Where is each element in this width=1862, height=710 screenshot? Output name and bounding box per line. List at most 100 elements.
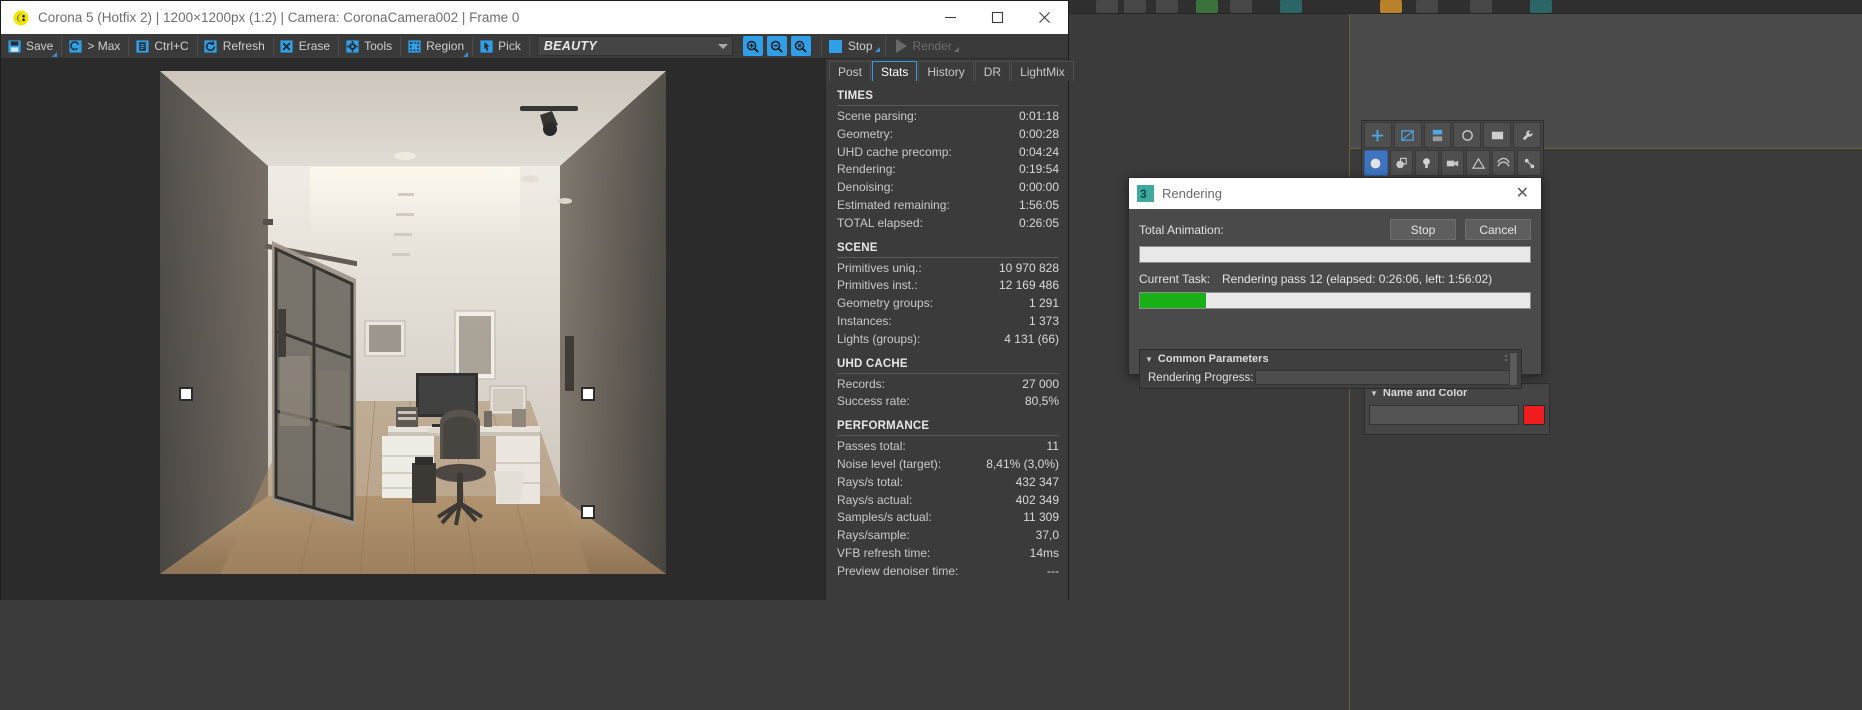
stats-row-label: Primitives uniq.: bbox=[837, 260, 922, 275]
toolbar-icon[interactable] bbox=[1124, 0, 1146, 13]
stats-row-label: TOTAL elapsed: bbox=[837, 215, 923, 230]
common-parameters-header[interactable]: ▼ Common Parameters bbox=[1140, 350, 1521, 368]
systems-icon[interactable] bbox=[1517, 150, 1542, 176]
rendering-progress-field[interactable] bbox=[1255, 370, 1517, 385]
stats-row-value: 4 131 (66) bbox=[1004, 331, 1059, 346]
stats-row-value: 11 309 bbox=[1023, 510, 1059, 525]
rollout-scrollbar[interactable] bbox=[1509, 352, 1518, 386]
hierarchy-tab-icon[interactable] bbox=[1423, 122, 1452, 148]
vfb-render-button[interactable]: Render bbox=[892, 39, 959, 53]
toolbar-icon[interactable] bbox=[1416, 0, 1438, 13]
chevron-down-icon bbox=[717, 44, 728, 49]
stop-button[interactable]: Stop bbox=[1390, 219, 1456, 240]
object-name-input[interactable] bbox=[1369, 405, 1519, 425]
stats-row: Rays/sample: 37,0 bbox=[837, 527, 1059, 545]
vfb-copy-button[interactable]: Ctrl+C bbox=[132, 35, 193, 58]
dropdown-arrow-icon[interactable] bbox=[953, 47, 959, 52]
vfb-image-pane[interactable] bbox=[1, 59, 825, 600]
dropdown-arrow-icon[interactable] bbox=[874, 47, 880, 52]
maximize-button[interactable] bbox=[974, 1, 1021, 34]
current-task-value: Rendering pass 12 (elapsed: 0:26:06, lef… bbox=[1222, 272, 1493, 286]
motion-tab-icon[interactable] bbox=[1453, 122, 1482, 148]
vfb-erase-button[interactable]: Erase bbox=[277, 35, 335, 58]
zoom-reset-button[interactable] bbox=[790, 36, 811, 56]
vfb-stop-button[interactable]: Stop bbox=[825, 39, 880, 53]
rendering-dialog-title: Rendering bbox=[1162, 186, 1222, 201]
stats-row: Geometry: 0:00:28 bbox=[837, 126, 1059, 144]
modify-tab-icon[interactable] bbox=[1393, 122, 1422, 148]
stats-row: Passes total: 11 bbox=[837, 438, 1059, 456]
object-color-swatch[interactable] bbox=[1523, 405, 1545, 425]
stats-row-value: 0:00:28 bbox=[1018, 126, 1059, 141]
tab-dr[interactable]: DR bbox=[974, 61, 1011, 81]
vfb-region-button[interactable]: Region bbox=[404, 35, 469, 58]
play-triangle-icon bbox=[895, 39, 907, 53]
toolbar-icon[interactable] bbox=[1156, 0, 1178, 13]
vfb-tools-label: Tools bbox=[364, 39, 393, 53]
rendered-image[interactable] bbox=[160, 71, 666, 574]
utilities-tab-icon[interactable] bbox=[1513, 122, 1541, 148]
rendering-dialog-buttons: Stop Cancel bbox=[1390, 219, 1531, 240]
rendering-dialog-titlebar[interactable]: 3 Rendering ✕ bbox=[1129, 178, 1541, 209]
erase-icon bbox=[279, 38, 295, 54]
region-handle-right[interactable] bbox=[581, 387, 595, 401]
helper-icon[interactable] bbox=[1466, 150, 1490, 176]
render-svg bbox=[160, 71, 666, 574]
shapes-icon[interactable] bbox=[1389, 150, 1414, 176]
render-element-dropdown[interactable]: BEAUTY bbox=[536, 36, 733, 56]
display-tab-icon[interactable] bbox=[1483, 122, 1512, 148]
camera-icon[interactable] bbox=[1440, 150, 1465, 176]
stats-group-title: PERFORMANCE bbox=[837, 420, 930, 433]
toolbar-separator bbox=[61, 36, 63, 56]
stats-row: Rendering: 0:19:54 bbox=[837, 161, 1059, 179]
stats-row: Rays/s actual: 402 349 bbox=[837, 492, 1059, 510]
toolbar-icon[interactable] bbox=[1280, 0, 1302, 13]
vfb-titlebar[interactable]: Corona 5 (Hotfix 2) | 1200×1200px (1:2) … bbox=[1, 1, 1068, 34]
vfb-to-max-button[interactable]: > Max bbox=[65, 35, 125, 58]
toolbar-icon[interactable] bbox=[1530, 0, 1552, 13]
cancel-button[interactable]: Cancel bbox=[1465, 219, 1531, 240]
bulb-icon[interactable] bbox=[1415, 150, 1439, 176]
stats-row-label: Denoising: bbox=[837, 180, 894, 195]
zoom-out-button[interactable] bbox=[766, 36, 787, 56]
dropdown-arrow-icon[interactable] bbox=[463, 51, 469, 57]
vfb-save-button[interactable]: Save bbox=[4, 35, 58, 58]
close-button[interactable] bbox=[1021, 1, 1068, 34]
tab-post[interactable]: Post bbox=[829, 61, 872, 81]
toolbar-separator bbox=[400, 36, 402, 56]
toolbar-icon[interactable] bbox=[1470, 0, 1492, 13]
close-icon[interactable]: ✕ bbox=[1512, 185, 1533, 202]
tab-lightmix[interactable]: LightMix bbox=[1011, 61, 1074, 81]
stats-group-title: UHD CACHE bbox=[837, 357, 908, 370]
create-category-row bbox=[1362, 149, 1543, 177]
vfb-title-text: Corona 5 (Hotfix 2) | 1200×1200px (1:2) … bbox=[38, 10, 520, 25]
stats-row: VFB refresh time: 14ms bbox=[837, 545, 1059, 563]
stats-row-label: Rendering: bbox=[837, 162, 896, 177]
stats-row-label: Geometry: bbox=[837, 126, 894, 141]
stats-row-value: 80,5% bbox=[1024, 394, 1059, 409]
stats-row-label: Samples/s actual: bbox=[837, 510, 932, 525]
geometry-icon[interactable] bbox=[1364, 150, 1388, 176]
vfb-toolbar: Save > Max Ctrl+C Refresh Erase Tools Re… bbox=[1, 34, 1068, 59]
toolbar-icon[interactable] bbox=[1096, 0, 1118, 13]
toolbar-icon[interactable] bbox=[1196, 0, 1218, 13]
create-tab-icon[interactable] bbox=[1364, 122, 1392, 148]
stats-row: Primitives inst.: 12 169 486 bbox=[837, 277, 1059, 295]
stats-row: Denoising: 0:00:00 bbox=[837, 179, 1059, 197]
vfb-render-label: Render bbox=[912, 39, 952, 53]
tab-stats[interactable]: Stats bbox=[872, 61, 918, 81]
vfb-refresh-button[interactable]: Refresh bbox=[201, 35, 270, 58]
region-handle-bottom[interactable] bbox=[581, 505, 595, 519]
dropdown-arrow-icon[interactable] bbox=[52, 51, 58, 57]
tab-history[interactable]: History bbox=[918, 61, 974, 81]
zoom-in-button[interactable] bbox=[742, 36, 763, 56]
toolbar-icon[interactable] bbox=[1230, 0, 1252, 13]
vfb-tools-button[interactable]: Tools bbox=[342, 35, 397, 58]
stats-row: TOTAL elapsed: 0:26:05 bbox=[837, 215, 1059, 233]
stats-row-value: 37,0 bbox=[1035, 528, 1059, 543]
minimize-button[interactable] bbox=[927, 1, 974, 34]
vfb-pick-button[interactable]: Pick bbox=[476, 35, 526, 58]
region-handle-left[interactable] bbox=[179, 387, 193, 401]
toolbar-icon[interactable] bbox=[1380, 0, 1402, 13]
warp-icon[interactable] bbox=[1491, 150, 1516, 176]
